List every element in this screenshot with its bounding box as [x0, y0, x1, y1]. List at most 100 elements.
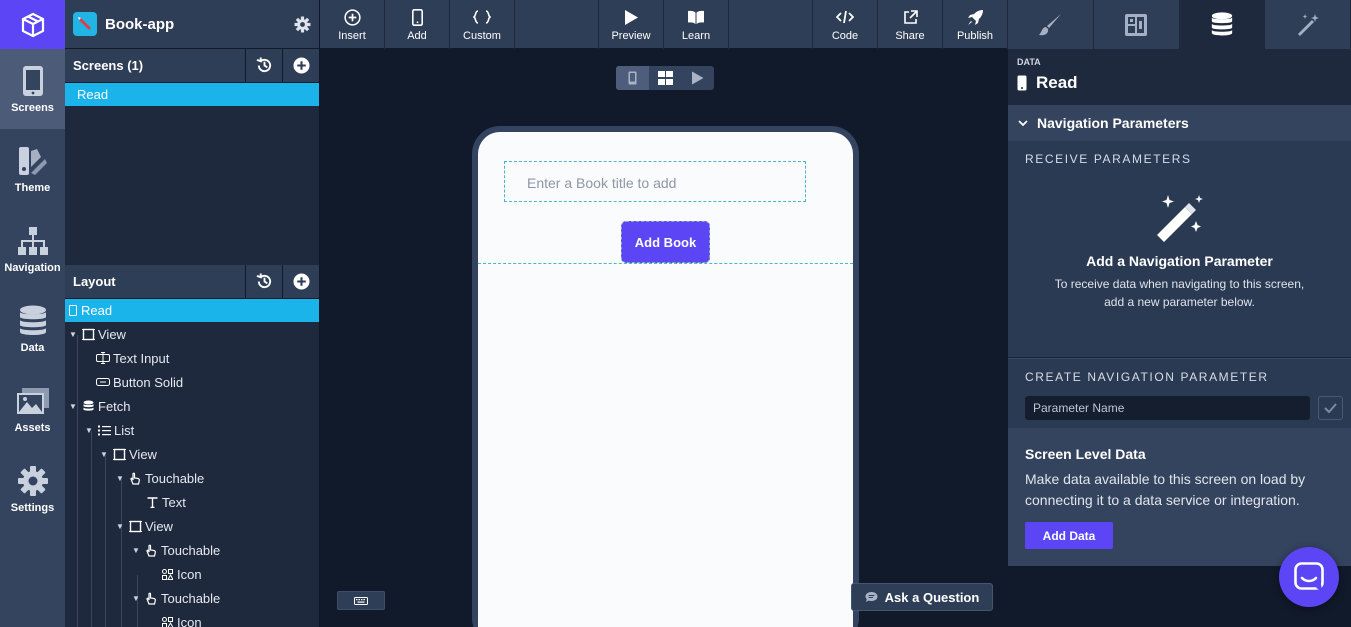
- tree-item-touchable[interactable]: ▼ Touchable: [65, 586, 319, 610]
- tree-item-list[interactable]: ▼ List: [65, 418, 319, 442]
- rail-item-theme[interactable]: Theme: [0, 129, 65, 209]
- tree-item-label: View: [145, 518, 173, 534]
- rail-item-assets[interactable]: Assets: [0, 369, 65, 449]
- tab-style[interactable]: [1008, 0, 1094, 49]
- text-input-icon: [96, 352, 110, 364]
- caret-down-icon[interactable]: ▼: [84, 426, 94, 435]
- rocket-icon: [967, 9, 983, 25]
- tree-item-view[interactable]: ▼ View: [65, 442, 319, 466]
- tree-item-text-input[interactable]: Text Input: [65, 346, 319, 370]
- add-button[interactable]: Add: [385, 0, 450, 49]
- tab-data[interactable]: [1179, 0, 1266, 49]
- rail-label: Theme: [14, 182, 51, 194]
- add-screen-button[interactable]: [282, 48, 319, 83]
- code-label: Code: [831, 30, 859, 42]
- create-parameter-section: CREATE NAVIGATION PARAMETER Parameter Na…: [1008, 358, 1351, 428]
- phone-icon: [69, 305, 77, 316]
- tree-item-read[interactable]: Read: [65, 299, 319, 322]
- chat-icon: [865, 592, 878, 602]
- button-icon: [96, 378, 110, 386]
- insert-label: Insert: [338, 30, 366, 42]
- phone-screen: Enter a Book title to add Add Book: [478, 132, 853, 627]
- app-name: Book-app: [105, 15, 175, 33]
- confirm-parameter-button[interactable]: [1318, 396, 1343, 420]
- tree-item-text[interactable]: Text: [65, 490, 319, 514]
- tree-item-view[interactable]: ▼ View: [65, 514, 319, 538]
- book-title-input[interactable]: Enter a Book title to add: [504, 161, 806, 202]
- phone-view-button[interactable]: [616, 66, 649, 90]
- tree-item-label: Icon: [177, 614, 202, 627]
- tree-item-touchable[interactable]: ▼ Touchable: [65, 538, 319, 562]
- layout-header: Layout: [65, 264, 319, 299]
- phone-icon: [1017, 75, 1027, 91]
- custom-button[interactable]: Custom: [450, 0, 515, 49]
- phone-icon: [22, 66, 43, 96]
- tree-item-label: Text: [162, 494, 186, 510]
- screen-level-data-description: Make data available to this screen on lo…: [1025, 471, 1306, 508]
- ask-question-button[interactable]: Ask a Question: [851, 583, 993, 611]
- add-component-button[interactable]: [282, 264, 319, 299]
- screen-item-read[interactable]: Read: [65, 83, 319, 106]
- tree-item-button-solid[interactable]: Button Solid: [65, 370, 319, 394]
- app-header: Book-app: [65, 0, 319, 49]
- cube-logo-icon: [21, 12, 44, 37]
- device-view-toggle: [616, 66, 714, 90]
- navigation-parameters-toggle[interactable]: Navigation Parameters: [1008, 105, 1351, 141]
- custom-label: Custom: [463, 30, 501, 42]
- add-param-title: Add a Navigation Parameter: [1086, 253, 1273, 269]
- tree-item-label: Text Input: [113, 350, 170, 366]
- caret-down-icon[interactable]: ▼: [131, 546, 141, 555]
- layout-history-button[interactable]: [245, 264, 282, 299]
- add-param-description-line: add a new parameter below.: [1104, 295, 1255, 309]
- caret-down-icon[interactable]: ▼: [131, 594, 141, 603]
- rail-item-data[interactable]: Data: [0, 289, 65, 369]
- tree-item-icon[interactable]: Icon: [65, 562, 319, 586]
- tab-layout[interactable]: [1094, 0, 1180, 49]
- tree-item-icon[interactable]: Icon: [65, 610, 319, 627]
- caret-down-icon[interactable]: ▼: [68, 402, 78, 411]
- grid-icon: [657, 71, 673, 85]
- tree-item-label: Button Solid: [113, 374, 184, 390]
- rail-item-screens[interactable]: Screens: [0, 49, 65, 129]
- preview-button[interactable]: Preview: [599, 0, 664, 49]
- caret-down-icon[interactable]: ▼: [115, 522, 125, 531]
- play-icon: [624, 9, 638, 25]
- tree-item-view[interactable]: ▼ View: [65, 322, 319, 346]
- left-rail: Screens Theme Navigation Data Assets Set…: [0, 0, 65, 627]
- add-param-description-line: To receive data when navigating to this …: [1054, 277, 1305, 291]
- tree-item-label: View: [98, 326, 126, 342]
- gear-icon[interactable]: [294, 16, 311, 33]
- database-icon: [83, 400, 93, 411]
- screens-history-button[interactable]: [245, 48, 282, 83]
- sitemap-icon: [17, 227, 48, 255]
- tree-item-touchable[interactable]: ▼ Touchable: [65, 466, 319, 490]
- theme-icon: [18, 147, 47, 175]
- rail-item-navigation[interactable]: Navigation: [0, 209, 65, 289]
- caret-down-icon[interactable]: ▼: [115, 474, 125, 483]
- support-chat-button[interactable]: [1279, 547, 1339, 607]
- view-boundary: [478, 263, 853, 264]
- phone-icon: [411, 8, 423, 26]
- rail-item-settings[interactable]: Settings: [0, 449, 65, 529]
- add-book-button[interactable]: Add Book: [621, 221, 710, 263]
- logo[interactable]: [0, 0, 65, 49]
- canvas-area: Enter a Book title to add Add Book Ask a…: [320, 49, 1008, 627]
- learn-button[interactable]: Learn: [664, 0, 729, 49]
- code-button[interactable]: Code: [813, 0, 878, 49]
- share-button[interactable]: Share: [878, 0, 943, 49]
- add-data-button[interactable]: Add Data: [1025, 522, 1113, 549]
- layout-title: Layout: [73, 274, 116, 289]
- publish-button[interactable]: Publish: [943, 0, 1008, 49]
- book-icon: [688, 10, 704, 24]
- insert-button[interactable]: Insert: [320, 0, 385, 49]
- caret-down-icon[interactable]: ▼: [99, 450, 109, 459]
- keyboard-button[interactable]: [337, 591, 385, 610]
- play-view-button[interactable]: [681, 66, 714, 90]
- tree-item-fetch[interactable]: ▼ Fetch: [65, 394, 319, 418]
- parameter-name-input[interactable]: Parameter Name: [1025, 396, 1310, 420]
- grid-view-button[interactable]: [649, 66, 682, 90]
- chat-icon: [1294, 562, 1324, 591]
- right-tabs: [1008, 0, 1351, 49]
- tab-magic[interactable]: [1265, 0, 1351, 49]
- caret-down-icon[interactable]: ▼: [68, 330, 78, 339]
